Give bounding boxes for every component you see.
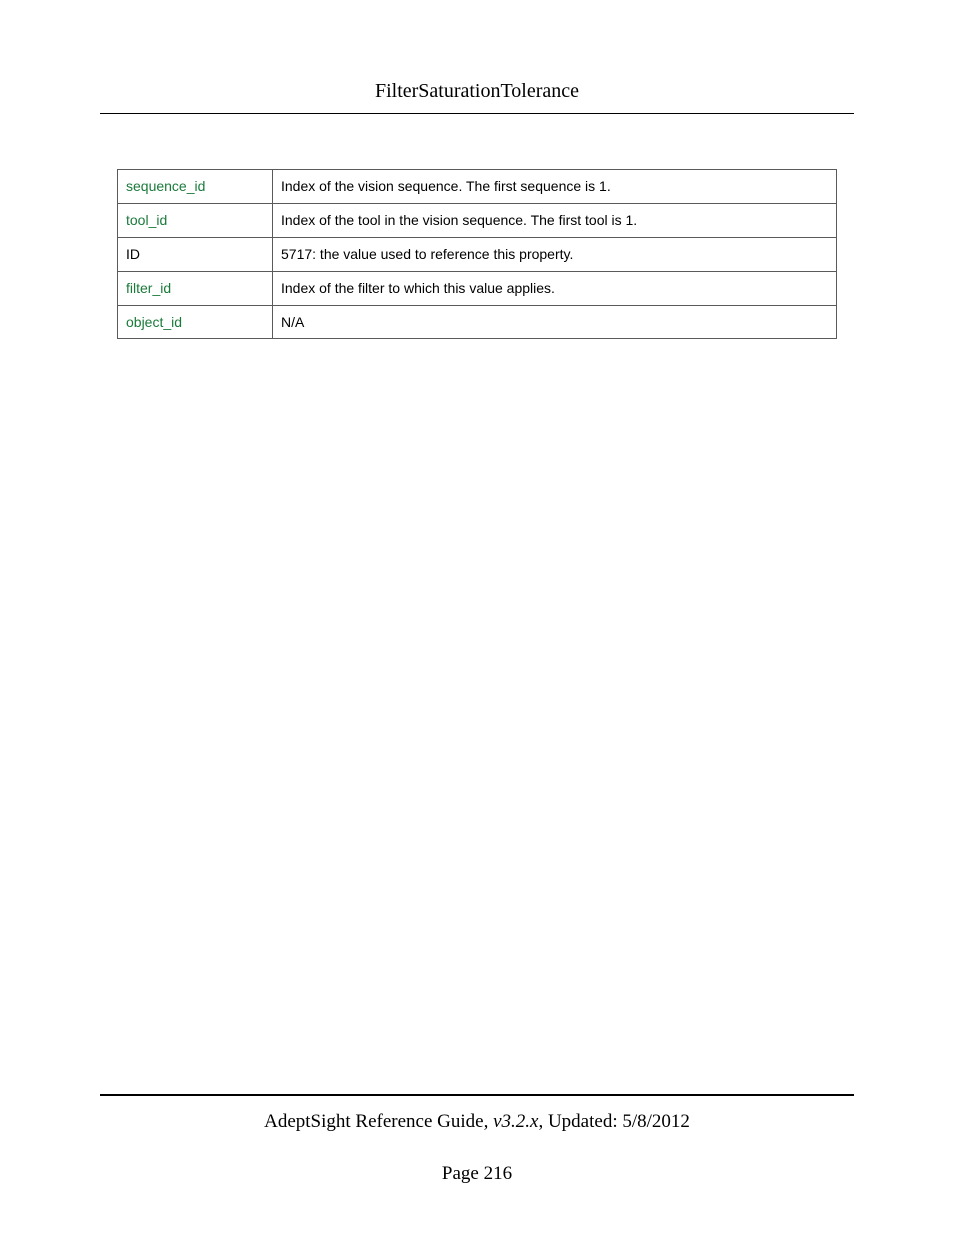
footer-guide-name: AdeptSight Reference Guide [264, 1111, 483, 1132]
key-id: ID [118, 237, 273, 271]
footer-page-number: Page 216 [100, 1163, 854, 1185]
value-tool-id: Index of the tool in the vision sequence… [273, 203, 837, 237]
value-sequence-id: Index of the vision sequence. The first … [273, 170, 837, 204]
page-title: FilterSaturationTolerance [100, 80, 854, 103]
table-row: sequence_id Index of the vision sequence… [118, 170, 837, 204]
page-footer: AdeptSight Reference Guide, v3.2.x, Upda… [100, 1094, 854, 1185]
table-row: tool_id Index of the tool in the vision … [118, 203, 837, 237]
key-sequence-id: sequence_id [118, 170, 273, 204]
value-filter-id: Index of the filter to which this value … [273, 271, 837, 305]
footer-updated: , Updated: 5/8/2012 [538, 1111, 689, 1132]
title-divider [100, 113, 854, 114]
footer-reference-line: AdeptSight Reference Guide, v3.2.x, Upda… [100, 1111, 854, 1133]
key-object-id: object_id [118, 305, 273, 339]
key-filter-id: filter_id [118, 271, 273, 305]
key-tool-id: tool_id [118, 203, 273, 237]
table-row: ID 5717: the value used to reference thi… [118, 237, 837, 271]
table-row: object_id N/A [118, 305, 837, 339]
document-page: FilterSaturationTolerance sequence_id In… [0, 0, 954, 1235]
reference-table: sequence_id Index of the vision sequence… [117, 169, 837, 339]
footer-divider [100, 1094, 854, 1096]
table-row: filter_id Index of the filter to which t… [118, 271, 837, 305]
footer-version: , v3.2.x [484, 1111, 539, 1132]
value-id: 5717: the value used to reference this p… [273, 237, 837, 271]
value-object-id: N/A [273, 305, 837, 339]
